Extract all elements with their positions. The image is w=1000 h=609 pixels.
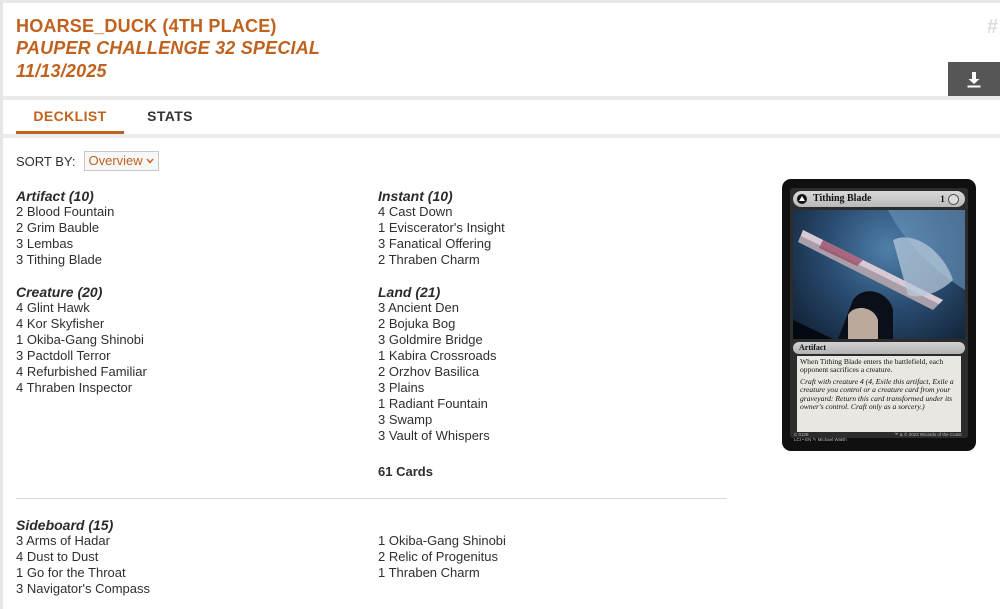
permalink-hash[interactable]: # bbox=[987, 16, 998, 39]
card-entry[interactable]: 2 Grim Bauble bbox=[16, 220, 147, 236]
black-mana-icon bbox=[948, 194, 959, 206]
card-entry[interactable]: 3 Vault of Whispers bbox=[378, 428, 505, 444]
maindeck-left-column: Artifact (10) 2 Blood Fountain 2 Grim Ba… bbox=[16, 188, 147, 396]
tab-divider bbox=[3, 134, 1000, 138]
card-entry[interactable]: 4 Cast Down bbox=[378, 204, 505, 220]
card-entry[interactable]: 1 Eviscerator's Insight bbox=[378, 220, 505, 236]
card-total: 61 Cards bbox=[378, 464, 433, 479]
card-entry[interactable]: 3 Lembas bbox=[16, 236, 147, 252]
group-header: Artifact (10) bbox=[16, 188, 94, 204]
event-name: PAUPER CHALLENGE 32 SPECIAL bbox=[16, 38, 321, 58]
card-group-artifact: Artifact (10) 2 Blood Fountain 2 Grim Ba… bbox=[16, 188, 147, 268]
card-entry[interactable]: 2 Relic of Progenitus bbox=[378, 549, 506, 565]
sideboard-right-column: 1 Okiba-Gang Shinobi 2 Relic of Progenit… bbox=[378, 533, 506, 581]
card-entry[interactable]: 2 Orzhov Basilica bbox=[378, 364, 505, 380]
card-group-creature: Creature (20) 4 Glint Hawk 4 Kor Skyfish… bbox=[16, 284, 147, 396]
sort-selected-value: Overview bbox=[88, 153, 143, 168]
card-entry[interactable]: 3 Plains bbox=[378, 380, 505, 396]
group-header: Land (21) bbox=[378, 284, 441, 300]
chevron-down-icon bbox=[146, 158, 154, 164]
card-entry[interactable]: 2 Bojuka Bog bbox=[378, 316, 505, 332]
card-entry[interactable]: 1 Okiba-Gang Shinobi bbox=[16, 332, 147, 348]
card-collector-info: C 0128 LCI • EN ✎ Michael Walsh bbox=[794, 432, 847, 443]
top-frame-line bbox=[0, 0, 1000, 3]
sideboard-divider bbox=[16, 498, 727, 499]
card-entry[interactable]: 2 Blood Fountain bbox=[16, 204, 147, 220]
card-entry[interactable]: 1 Go for the Throat bbox=[16, 565, 150, 581]
sort-control: SORT BY: Overview bbox=[16, 151, 159, 171]
card-entry[interactable]: 4 Glint Hawk bbox=[16, 300, 147, 316]
card-entry[interactable]: 3 Arms of Hadar bbox=[16, 533, 150, 549]
deck-title: HOARSE_DUCK (4TH PLACE) bbox=[16, 16, 277, 36]
download-icon bbox=[967, 72, 981, 88]
rules-paragraph: When Tithing Blade enters the battlefiel… bbox=[800, 357, 944, 375]
card-name-bar: Tithing Blade 1 bbox=[793, 191, 965, 207]
sort-select[interactable]: Overview bbox=[83, 151, 159, 171]
card-frame: Tithing Blade 1 Artifact When Tithing Bl… bbox=[790, 188, 968, 438]
card-entry[interactable]: 3 Tithing Blade bbox=[16, 252, 147, 268]
group-header: Instant (10) bbox=[378, 188, 453, 204]
card-group-land: Land (21) 3 Ancient Den 2 Bojuka Bog 3 G… bbox=[378, 284, 505, 444]
download-button[interactable] bbox=[948, 62, 1000, 97]
card-entry[interactable]: 4 Refurbished Familiar bbox=[16, 364, 147, 380]
card-preview-image: Tithing Blade 1 Artifact When Tithing Bl… bbox=[782, 179, 976, 451]
card-entry[interactable]: 1 Okiba-Gang Shinobi bbox=[378, 533, 506, 549]
card-group-instant: Instant (10) 4 Cast Down 1 Eviscerator's… bbox=[378, 188, 505, 268]
card-type: Artifact bbox=[799, 343, 827, 352]
card-entry[interactable]: 4 Dust to Dust bbox=[16, 549, 150, 565]
set-artist-line: LCI • EN ✎ Michael Walsh bbox=[794, 437, 847, 442]
maindeck-right-column: Instant (10) 4 Cast Down 1 Eviscerator's… bbox=[378, 188, 505, 444]
card-type-line: Artifact bbox=[793, 342, 965, 354]
event-date: 11/13/2025 bbox=[16, 61, 107, 81]
card-rules-text: When Tithing Blade enters the battlefiel… bbox=[797, 356, 961, 432]
card-entry[interactable]: 3 Pactdoll Terror bbox=[16, 348, 147, 364]
card-entry[interactable]: 1 Kabira Crossroads bbox=[378, 348, 505, 364]
card-entry[interactable]: 4 Kor Skyfisher bbox=[16, 316, 147, 332]
generic-cost: 1 bbox=[940, 194, 945, 204]
card-art bbox=[793, 210, 965, 339]
sort-label: SORT BY: bbox=[16, 153, 76, 169]
rules-paragraph: Craft with creature 4 (4, Exile this art… bbox=[800, 376, 954, 412]
card-entry[interactable]: 4 Thraben Inspector bbox=[16, 380, 147, 396]
card-entry[interactable]: 3 Goldmire Bridge bbox=[378, 332, 505, 348]
transform-icon bbox=[797, 194, 807, 204]
card-entry[interactable]: 3 Navigator's Compass bbox=[16, 581, 150, 597]
card-mana-cost: 1 bbox=[940, 191, 959, 207]
tab-stats[interactable]: STATS bbox=[137, 100, 203, 133]
left-frame-line bbox=[0, 0, 3, 609]
card-entry[interactable]: 3 Fanatical Offering bbox=[378, 236, 505, 252]
card-entry[interactable]: 1 Radiant Fountain bbox=[378, 396, 505, 412]
sideboard-header: Sideboard (15) bbox=[16, 517, 114, 533]
deck-header: HOARSE_DUCK (4TH PLACE) PAUPER CHALLENGE… bbox=[16, 15, 320, 83]
group-header: Creature (20) bbox=[16, 284, 103, 300]
card-name: Tithing Blade bbox=[813, 193, 872, 204]
card-entry[interactable]: 2 Thraben Charm bbox=[378, 252, 505, 268]
sideboard-left-column: Sideboard (15) 3 Arms of Hadar 4 Dust to… bbox=[16, 517, 150, 597]
card-entry[interactable]: 1 Thraben Charm bbox=[378, 565, 506, 581]
card-art-illustration bbox=[793, 210, 965, 339]
card-copyright: ™ & © 2023 Wizards of the Coast bbox=[894, 432, 962, 437]
card-entry[interactable]: 3 Ancient Den bbox=[378, 300, 505, 316]
tab-decklist[interactable]: DECKLIST bbox=[16, 100, 124, 134]
card-entry[interactable]: 3 Swamp bbox=[378, 412, 505, 428]
